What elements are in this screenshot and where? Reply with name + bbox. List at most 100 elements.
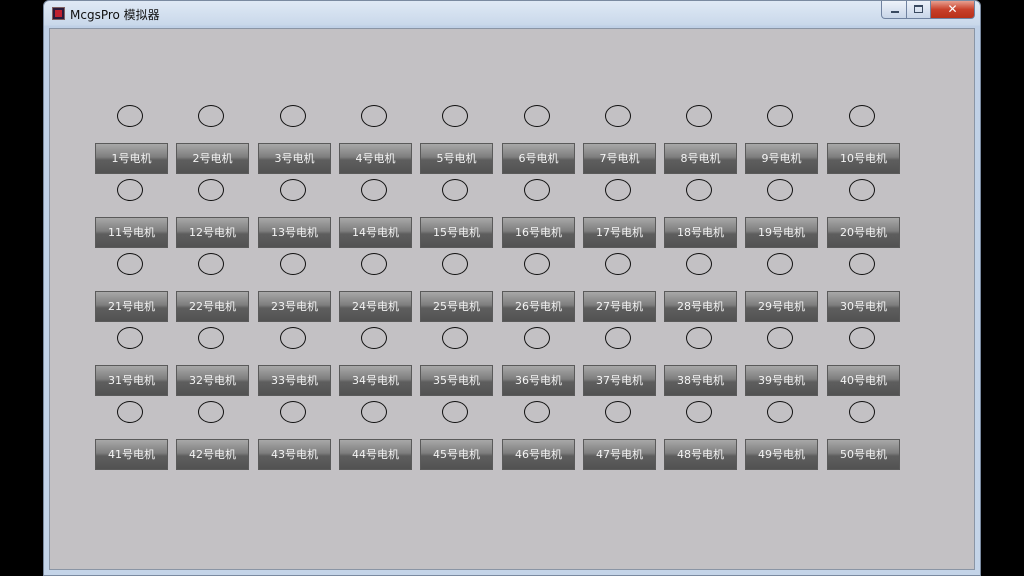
motor-button[interactable]: 45号电机 bbox=[420, 439, 493, 470]
motor-button[interactable]: 34号电机 bbox=[339, 365, 412, 396]
motor-button[interactable]: 1号电机 bbox=[95, 143, 168, 174]
motor-button[interactable]: 21号电机 bbox=[95, 291, 168, 322]
motor-status-indicator bbox=[524, 327, 550, 349]
motor-status-indicator bbox=[117, 401, 143, 423]
motor-button[interactable]: 25号电机 bbox=[420, 291, 493, 322]
motor-button[interactable]: 19号电机 bbox=[745, 217, 818, 248]
motor-button[interactable]: 4号电机 bbox=[339, 143, 412, 174]
motor-button[interactable]: 50号电机 bbox=[827, 439, 900, 470]
motor-button[interactable]: 7号电机 bbox=[583, 143, 656, 174]
motor-button[interactable]: 14号电机 bbox=[339, 217, 412, 248]
motor-status-indicator bbox=[605, 401, 631, 423]
motor-button[interactable]: 20号电机 bbox=[827, 217, 900, 248]
motor-status-indicator bbox=[280, 401, 306, 423]
motor-status-indicator bbox=[686, 179, 712, 201]
motor-button[interactable]: 47号电机 bbox=[583, 439, 656, 470]
motor-button[interactable]: 6号电机 bbox=[502, 143, 575, 174]
motor-button[interactable]: 35号电机 bbox=[420, 365, 493, 396]
motor-button[interactable]: 40号电机 bbox=[827, 365, 900, 396]
title-bar[interactable]: McgsPro 模拟器 ✕ bbox=[44, 1, 980, 27]
motor-status-indicator bbox=[686, 105, 712, 127]
motor-button[interactable]: 11号电机 bbox=[95, 217, 168, 248]
motor-status-indicator bbox=[198, 179, 224, 201]
motor-button[interactable]: 31号电机 bbox=[95, 365, 168, 396]
motor-status-indicator bbox=[849, 401, 875, 423]
motor-button[interactable]: 46号电机 bbox=[502, 439, 575, 470]
motor-status-indicator bbox=[442, 179, 468, 201]
motor-button[interactable]: 18号电机 bbox=[664, 217, 737, 248]
motor-button[interactable]: 33号电机 bbox=[258, 365, 331, 396]
motor-status-indicator bbox=[605, 179, 631, 201]
motor-status-indicator bbox=[361, 179, 387, 201]
motor-button[interactable]: 48号电机 bbox=[664, 439, 737, 470]
motor-status-indicator bbox=[767, 179, 793, 201]
motor-button[interactable]: 26号电机 bbox=[502, 291, 575, 322]
motor-status-indicator bbox=[605, 327, 631, 349]
app-icon bbox=[52, 7, 65, 20]
motor-button[interactable]: 24号电机 bbox=[339, 291, 412, 322]
motor-button[interactable]: 32号电机 bbox=[176, 365, 249, 396]
motor-button[interactable]: 15号电机 bbox=[420, 217, 493, 248]
motor-button[interactable]: 49号电机 bbox=[745, 439, 818, 470]
motor-button[interactable]: 2号电机 bbox=[176, 143, 249, 174]
motor-status-indicator bbox=[117, 327, 143, 349]
motor-status-indicator bbox=[117, 253, 143, 275]
motor-button[interactable]: 5号电机 bbox=[420, 143, 493, 174]
motor-status-indicator bbox=[198, 401, 224, 423]
motor-status-indicator bbox=[767, 253, 793, 275]
motor-status-indicator bbox=[361, 327, 387, 349]
motor-button[interactable]: 17号电机 bbox=[583, 217, 656, 248]
motor-button[interactable]: 23号电机 bbox=[258, 291, 331, 322]
simulator-window: McgsPro 模拟器 ✕ 1号电机 2号电机 3号电机 4号电机 5号电机 6号电机 7号… bbox=[43, 0, 981, 576]
motor-button[interactable]: 12号电机 bbox=[176, 217, 249, 248]
window-controls: ✕ bbox=[881, 1, 975, 19]
close-button[interactable]: ✕ bbox=[931, 1, 975, 19]
motor-button[interactable]: 13号电机 bbox=[258, 217, 331, 248]
motor-button[interactable]: 39号电机 bbox=[745, 365, 818, 396]
motor-button[interactable]: 37号电机 bbox=[583, 365, 656, 396]
motor-button[interactable]: 36号电机 bbox=[502, 365, 575, 396]
motor-button[interactable]: 42号电机 bbox=[176, 439, 249, 470]
motor-status-indicator bbox=[117, 105, 143, 127]
motor-status-indicator bbox=[280, 327, 306, 349]
motor-status-indicator bbox=[849, 327, 875, 349]
motor-status-indicator bbox=[524, 401, 550, 423]
motor-button[interactable]: 30号电机 bbox=[827, 291, 900, 322]
motor-status-indicator bbox=[524, 253, 550, 275]
window-title: McgsPro 模拟器 bbox=[70, 8, 160, 22]
motor-button[interactable]: 16号电机 bbox=[502, 217, 575, 248]
motor-button[interactable]: 44号电机 bbox=[339, 439, 412, 470]
motor-status-indicator bbox=[117, 179, 143, 201]
motor-button[interactable]: 41号电机 bbox=[95, 439, 168, 470]
motor-status-indicator bbox=[442, 105, 468, 127]
motor-button[interactable]: 38号电机 bbox=[664, 365, 737, 396]
hmi-screen: 1号电机 2号电机 3号电机 4号电机 5号电机 6号电机 7号电机 8号电机 9号电机 10号电… bbox=[49, 28, 975, 570]
motor-button[interactable]: 27号电机 bbox=[583, 291, 656, 322]
maximize-button[interactable] bbox=[907, 1, 931, 19]
motor-status-indicator bbox=[849, 105, 875, 127]
motor-status-indicator bbox=[361, 401, 387, 423]
motor-status-indicator bbox=[198, 253, 224, 275]
motor-button[interactable]: 28号电机 bbox=[664, 291, 737, 322]
motor-status-indicator bbox=[605, 253, 631, 275]
motor-status-indicator bbox=[280, 105, 306, 127]
motor-button[interactable]: 43号电机 bbox=[258, 439, 331, 470]
close-icon: ✕ bbox=[947, 2, 958, 16]
motor-button[interactable]: 8号电机 bbox=[664, 143, 737, 174]
motor-status-indicator bbox=[686, 253, 712, 275]
motor-status-indicator bbox=[442, 253, 468, 275]
motor-status-indicator bbox=[524, 179, 550, 201]
minimize-button[interactable] bbox=[881, 1, 907, 19]
minimize-icon bbox=[891, 11, 899, 13]
motor-status-indicator bbox=[442, 327, 468, 349]
motor-status-indicator bbox=[767, 105, 793, 127]
motor-status-indicator bbox=[849, 179, 875, 201]
motor-status-indicator bbox=[767, 327, 793, 349]
motor-button[interactable]: 22号电机 bbox=[176, 291, 249, 322]
motor-status-indicator bbox=[524, 105, 550, 127]
motor-button[interactable]: 3号电机 bbox=[258, 143, 331, 174]
motor-status-indicator bbox=[605, 105, 631, 127]
motor-button[interactable]: 9号电机 bbox=[745, 143, 818, 174]
motor-button[interactable]: 29号电机 bbox=[745, 291, 818, 322]
motor-button[interactable]: 10号电机 bbox=[827, 143, 900, 174]
